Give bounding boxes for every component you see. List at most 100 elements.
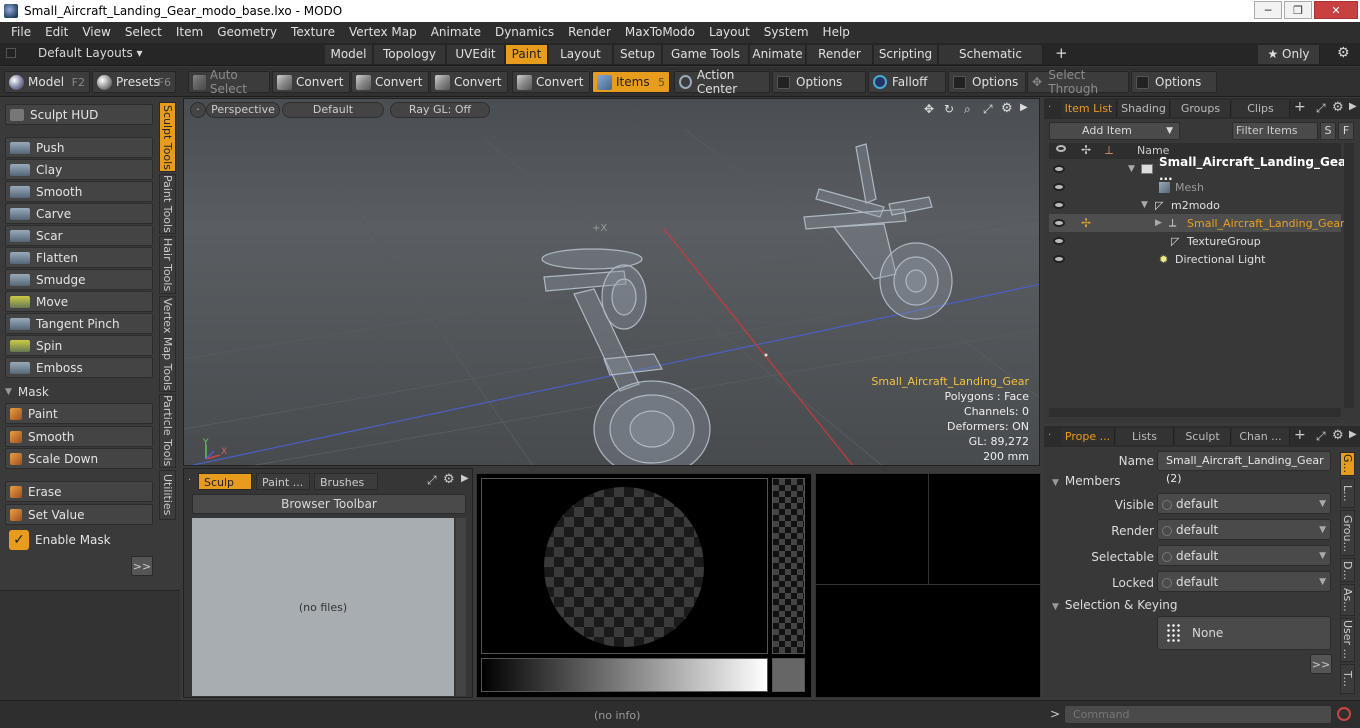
tool-push-button[interactable]: Push — [5, 137, 153, 158]
maximize-button[interactable]: ❐ — [1284, 1, 1312, 19]
locked-select[interactable]: default — [1157, 571, 1331, 592]
falloff-options-button[interactable]: Options — [948, 71, 1026, 93]
add-tab-button[interactable]: + — [1294, 427, 1306, 443]
visibility-eye-icon[interactable] — [1053, 255, 1065, 263]
ray-gl-button[interactable]: Ray GL: Off — [390, 102, 490, 118]
convert-polygons-button[interactable]: Convert — [430, 71, 508, 93]
action-center-options-button[interactable]: Options — [772, 71, 866, 93]
menu-item[interactable]: Item — [169, 22, 210, 43]
tab-channels[interactable]: Chan ... — [1232, 428, 1290, 445]
tab-paint[interactable]: Paint — [506, 45, 548, 64]
tab-item-list[interactable]: Item List — [1061, 100, 1117, 117]
side-tab-groups[interactable]: Grou... — [1340, 510, 1355, 556]
tab-uvedit[interactable]: UVEdit — [447, 45, 505, 64]
tab-topology[interactable]: Topology — [374, 45, 446, 64]
rotate-icon[interactable]: ↻ — [944, 102, 954, 116]
side-tab-t[interactable]: T... — [1340, 664, 1355, 694]
record-macro-icon[interactable] — [1337, 707, 1351, 721]
filter-f-toggle[interactable]: F — [1338, 122, 1354, 140]
menu-render[interactable]: Render — [561, 22, 618, 43]
add-tab-button[interactable]: + — [1294, 99, 1306, 115]
convert-materials-button[interactable]: Convert — [512, 71, 590, 93]
panel-menu-dot-icon[interactable]: · — [1048, 102, 1051, 113]
layout-settings-gear-icon[interactable]: ⚙ — [1337, 45, 1350, 61]
mask-set-value-button[interactable]: Set Value — [5, 504, 153, 525]
side-tab-general[interactable]: G... — [1340, 452, 1355, 476]
visibility-eye-icon[interactable] — [1053, 201, 1065, 209]
expand-arrow-icon[interactable]: ▼ — [1141, 200, 1148, 210]
menu-edit[interactable]: Edit — [38, 22, 75, 43]
props-more-arrow-icon[interactable]: ▶ — [1349, 429, 1357, 440]
vtab-paint-tools[interactable]: Paint Tools — [159, 174, 176, 234]
vtab-vertex-map-tools[interactable]: Vertex Map Tools — [159, 296, 176, 392]
zoom-icon[interactable]: ⌕ — [964, 102, 971, 117]
menu-layout[interactable]: Layout — [702, 22, 757, 43]
mask-paint-button[interactable]: Paint — [5, 403, 153, 424]
selection-keying-section-header[interactable]: ▼ Selection & Keying — [1052, 598, 1178, 612]
menu-file[interactable]: File — [4, 22, 38, 43]
tab-lists[interactable]: Lists — [1116, 428, 1174, 445]
vtab-sculpt-tools[interactable]: Sculpt Tools — [159, 102, 176, 172]
visibility-eye-icon[interactable] — [1053, 219, 1065, 227]
lock-column-icon[interactable]: ✢ — [1081, 143, 1091, 157]
panel-menu-dot-icon[interactable]: · — [1048, 430, 1051, 441]
add-layout-tab-button[interactable]: + — [1055, 44, 1068, 62]
tab-schematic-fusion[interactable]: Schematic Fusion — [939, 45, 1043, 80]
panel-menu-dot-icon[interactable]: · — [188, 475, 191, 486]
convert-edges-button[interactable]: Convert — [351, 71, 429, 93]
item-row-directional-light[interactable]: ✹ Directional Light — [1049, 250, 1341, 268]
only-toggle[interactable]: ★ Only — [1258, 45, 1320, 64]
menu-animate[interactable]: Animate — [424, 22, 488, 43]
menu-geometry[interactable]: Geometry — [210, 22, 284, 43]
viewport-more-arrow-icon[interactable]: ▶ — [1020, 102, 1028, 113]
tool-flatten-button[interactable]: Flatten — [5, 247, 153, 268]
side-tab-user[interactable]: User ... — [1340, 618, 1355, 662]
key-none-button[interactable]: None — [1157, 616, 1331, 650]
3d-viewport[interactable]: +X Y X · Perspective Default Ray GL: Off… — [183, 98, 1040, 466]
mask-smooth-button[interactable]: Smooth — [5, 426, 153, 447]
item-row-texture-group[interactable]: ◸ TextureGroup — [1049, 232, 1341, 250]
props-maximize-icon[interactable]: ⤢ — [1316, 429, 1326, 444]
maximize-viewport-icon[interactable]: ⤢ — [983, 102, 993, 117]
visibility-eye-icon[interactable] — [1053, 165, 1065, 173]
value-swatch[interactable] — [772, 658, 805, 692]
expand-arrow-icon[interactable]: ▼ — [1128, 164, 1135, 174]
value-gradient-bar[interactable] — [481, 658, 768, 692]
tab-model[interactable]: Model — [325, 45, 373, 64]
browser-scrollbar[interactable] — [456, 518, 466, 696]
tab-paint-presets[interactable]: Paint ... — [256, 473, 310, 490]
secondary-viewer-panel[interactable] — [815, 473, 1042, 698]
tab-groups[interactable]: Groups — [1171, 100, 1231, 117]
presets-button[interactable]: Presets F6 — [92, 71, 176, 93]
browser-maximize-icon[interactable]: ⤢ — [427, 473, 437, 488]
item-name-field[interactable]: Small_Aircraft_Landing_Gear (2) — [1157, 451, 1331, 485]
tab-shading[interactable]: Shading — [1118, 100, 1170, 117]
tool-clay-button[interactable]: Clay — [5, 159, 153, 180]
items-mode-button[interactable]: Items 5 — [592, 71, 670, 93]
menu-dynamics[interactable]: Dynamics — [488, 22, 561, 43]
tab-scripting[interactable]: Scripting — [874, 45, 938, 64]
side-tab-l[interactable]: L... — [1340, 478, 1355, 508]
tab-setup[interactable]: Setup — [614, 45, 662, 64]
menu-system[interactable]: System — [757, 22, 816, 43]
visible-select[interactable]: default — [1157, 493, 1331, 514]
side-tab-assembly[interactable]: As... — [1340, 584, 1355, 616]
item-row-mesh[interactable]: Mesh — [1049, 178, 1341, 196]
action-center-button[interactable]: Action Center — [674, 68, 770, 96]
props-settings-gear-icon[interactable]: ⚙ — [1332, 428, 1344, 443]
auto-select-button[interactable]: Auto Select — [188, 68, 270, 96]
tool-carve-button[interactable]: Carve — [5, 203, 153, 224]
tab-render[interactable]: Render — [807, 45, 873, 64]
selectable-select[interactable]: default — [1157, 545, 1331, 566]
select-through-options-button[interactable]: Options — [1131, 71, 1217, 93]
visibility-column-eye-icon[interactable] — [1056, 145, 1066, 152]
tab-sculpt-presets[interactable]: Sculp ... — [198, 473, 252, 506]
falloff-button[interactable]: Falloff — [868, 71, 946, 93]
item-row-scene[interactable]: ▼ Small_Aircraft_Landing_Gea ... — [1049, 155, 1346, 183]
tool-spin-button[interactable]: Spin — [5, 335, 153, 356]
layouts-dropdown[interactable]: Default Layouts ▾ — [38, 46, 143, 60]
sculpt-hud-button[interactable]: Sculpt HUD — [5, 104, 153, 125]
vtab-hair-tools[interactable]: Hair Tools — [159, 236, 176, 294]
close-button[interactable]: ✕ — [1314, 1, 1358, 19]
viewport-settings-gear-icon[interactable]: ⚙ — [1001, 101, 1013, 116]
